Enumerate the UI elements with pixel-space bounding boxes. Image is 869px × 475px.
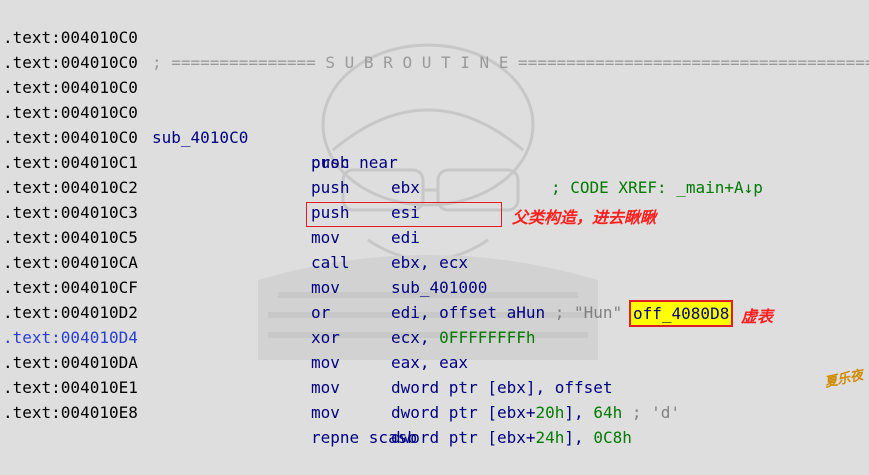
vtable-annotation: 虚表 <box>741 307 774 326</box>
code-line[interactable]: .text:004010C0 <box>0 50 869 97</box>
code-line-highlighted[interactable]: .text:004010D4 mov dword ptr [ebx], offs… <box>0 300 869 397</box>
immediate-value: 64h <box>593 403 623 422</box>
call-annotation: 父类构造，进去瞅瞅 <box>512 208 657 227</box>
offset-value: 20h <box>535 403 565 422</box>
subroutine-header: .text:004010C0 ; =============== S U B R… <box>0 0 869 72</box>
vtable-symbol[interactable]: off_4080D8 <box>633 302 729 325</box>
code-line[interactable]: .text:004010D2 xor eax, eax <box>0 275 869 372</box>
code-line[interactable]: .text:004010E8 repne scasb <box>0 375 869 447</box>
code-line[interactable]: .text:004010DA mov dword ptr [ebx+20h], … <box>0 325 869 422</box>
code-line[interactable]: .text:004010C2 push edi <box>0 150 869 247</box>
code-line[interactable]: .text:004010C0 sub_4010C0 proc near ; CO… <box>0 75 869 197</box>
code-line[interactable]: .text:004010C1 push esi <box>0 125 869 222</box>
offset-value: 24h <box>535 428 565 447</box>
code-line[interactable]: .text:004010E1 mov dword ptr [ebx+24h], … <box>0 350 869 447</box>
vtable-highlight[interactable]: off_4080D8 <box>629 300 733 327</box>
disassembly-listing: .text:004010C0 ; =============== S U B R… <box>0 0 869 447</box>
mnemonic: repne scasb <box>311 428 417 447</box>
operands-text: dword ptr [ebx+ <box>391 403 536 422</box>
code-line[interactable]: .text:004010C0 push ebx <box>0 100 869 197</box>
code-line[interactable]: .text:004010C0 <box>0 25 869 72</box>
code-line[interactable]: .text:004010CF or ecx, 0FFFFFFFFh <box>0 250 869 347</box>
operands-text: ], <box>564 403 594 422</box>
code-line[interactable]: .text:004010C3 mov ebx, ecx <box>0 175 869 272</box>
operands: dword ptr [ebx+24h], 0C8h <box>391 425 632 450</box>
immediate-value: 0C8h <box>593 428 632 447</box>
code-line[interactable]: .text:004010CA mov edi, offset aHun ; "H… <box>0 225 869 322</box>
operands-text: ], <box>564 428 594 447</box>
call-highlight-box <box>306 202 502 227</box>
char-comment: ; 'd' <box>622 403 681 422</box>
